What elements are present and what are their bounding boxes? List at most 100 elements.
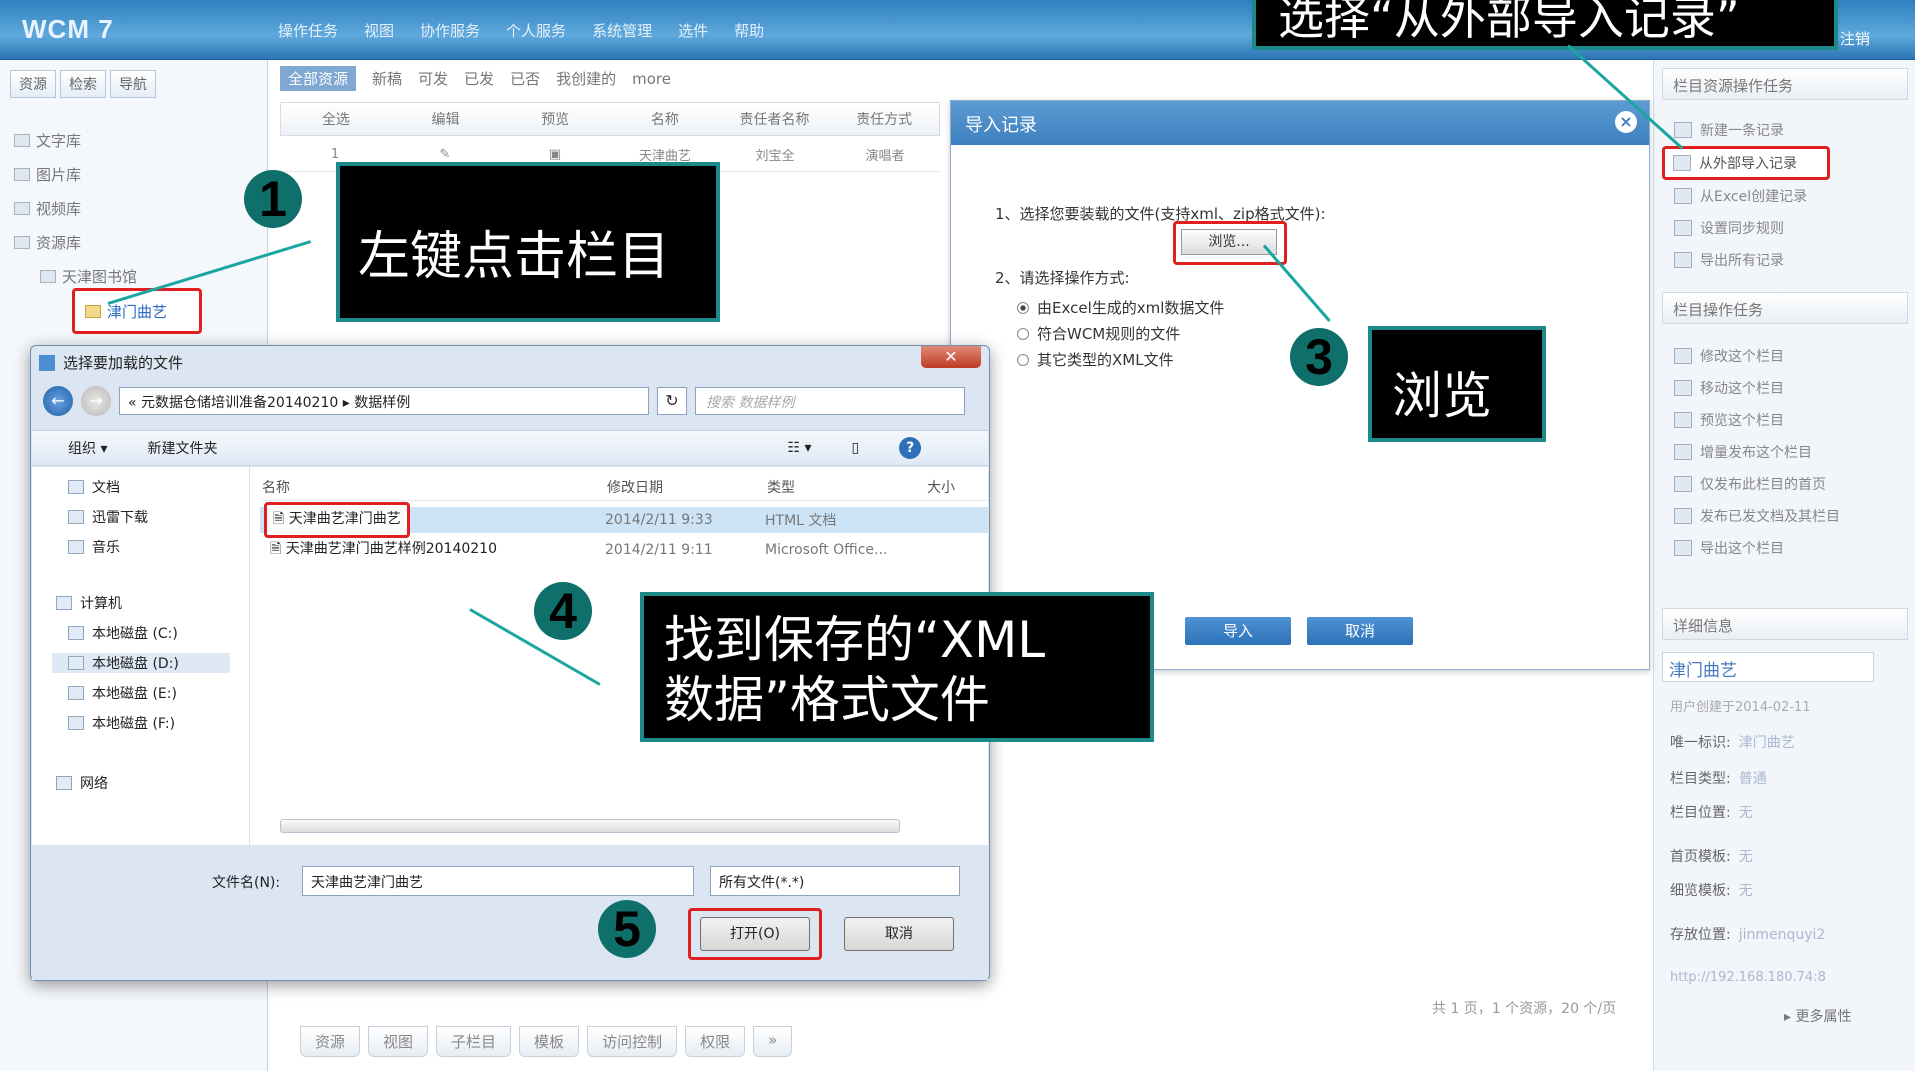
publish-icon — [1674, 508, 1692, 524]
excel-icon — [1674, 188, 1692, 204]
cancel-button[interactable]: 取消 — [844, 917, 954, 951]
menu-system[interactable]: 系统管理 — [592, 20, 652, 41]
col-edit: 编辑 — [431, 112, 460, 128]
more-props-link[interactable]: ▸ 更多属性 — [1784, 1006, 1851, 1026]
filename-input[interactable]: 天津曲艺津门曲艺 — [302, 866, 694, 896]
filter-ready[interactable]: 可发 — [418, 68, 448, 89]
filter-rejected[interactable]: 已否 — [510, 68, 540, 89]
tree-item-resource[interactable]: 资源库 — [14, 232, 81, 253]
close-icon[interactable]: ✕ — [921, 346, 981, 368]
help-icon[interactable]: ? — [899, 437, 922, 459]
section-column-tasks[interactable]: 栏目操作任务 — [1662, 292, 1908, 324]
task-export-column[interactable]: 导出这个栏目 — [1674, 538, 1784, 558]
nav-drive-d[interactable]: 本地磁盘 (D:) — [52, 653, 230, 673]
import-button[interactable]: 导入 — [1185, 617, 1291, 645]
file-dialog-footer: 文件名(N): 天津曲艺津门曲艺 所有文件(*.*) 打开(O) 取消 — [32, 846, 988, 980]
filter-all[interactable]: 全部资源 — [280, 66, 357, 91]
btab-view[interactable]: 视图 — [368, 1026, 429, 1057]
menu-options[interactable]: 选件 — [678, 20, 708, 41]
preview-icon[interactable]: ▣ — [500, 147, 610, 162]
new-folder-button[interactable]: 新建文件夹 — [147, 438, 217, 458]
menu-view[interactable]: 视图 — [364, 20, 394, 41]
col-date[interactable]: 修改日期 — [607, 477, 767, 497]
option-wcm[interactable]: 符合WCM规则的文件 — [1017, 323, 1180, 344]
file-list-header: 名称 修改日期 类型 大小 — [262, 473, 988, 501]
menu-operation[interactable]: 操作任务 — [278, 20, 338, 41]
btab-permission[interactable]: 权限 — [685, 1026, 746, 1057]
view-icon[interactable]: ☷ ▾ — [787, 440, 811, 456]
col-select-all[interactable]: 全选 — [281, 109, 391, 129]
computer-icon — [56, 596, 72, 610]
edit-icon[interactable]: ✎ — [390, 147, 500, 162]
close-icon[interactable]: × — [1615, 111, 1637, 133]
btab-resource[interactable]: 资源 — [300, 1026, 361, 1057]
column-title[interactable]: 津门曲艺 — [1662, 652, 1874, 682]
task-move-column[interactable]: 移动这个栏目 — [1674, 378, 1784, 398]
nav-network[interactable]: 网络 — [56, 773, 108, 793]
horizontal-scrollbar[interactable] — [280, 819, 900, 833]
task-preview-column[interactable]: 预览这个栏目 — [1674, 410, 1784, 430]
btab-access[interactable]: 访问控制 — [587, 1026, 678, 1057]
col-role[interactable]: 责任方式 — [829, 109, 939, 129]
nav-documents[interactable]: 文档 — [68, 477, 120, 497]
tab-resource[interactable]: 资源 — [10, 70, 56, 98]
col-name[interactable]: 名称 — [262, 477, 607, 497]
filter-new[interactable]: 新稿 — [372, 68, 402, 89]
search-input[interactable]: 搜索 数据样例 — [695, 387, 965, 415]
col-size[interactable]: 大小 — [927, 477, 955, 497]
task-from-excel[interactable]: 从Excel创建记录 — [1674, 186, 1807, 206]
browse-button[interactable]: 浏览... — [1181, 229, 1277, 255]
path-box[interactable]: « 元数据仓储培训准备20140210 ▸ 数据样例 — [119, 387, 649, 415]
tree-item-text[interactable]: 文字库 — [14, 130, 81, 151]
file-row[interactable]: 🗎 天津曲艺津门曲艺样例20140210 2014/2/11 9:11 Micr… — [260, 537, 988, 563]
nav-music[interactable]: 音乐 — [68, 537, 120, 557]
tree-item-video[interactable]: 视频库 — [14, 198, 81, 219]
nav-drive-c[interactable]: 本地磁盘 (C:) — [68, 623, 178, 643]
task-sync-rule[interactable]: 设置同步规则 — [1674, 218, 1784, 238]
section-resource-tasks[interactable]: 栏目资源操作任务 — [1662, 68, 1908, 100]
app-icon — [39, 354, 55, 371]
task-publish-home[interactable]: 仅发布此栏目的首页 — [1674, 474, 1826, 494]
btab-more[interactable]: » — [753, 1026, 793, 1057]
task-import-external[interactable]: 从外部导入记录 — [1662, 146, 1830, 180]
step-5-badge: 5 — [598, 900, 656, 958]
menu-personal[interactable]: 个人服务 — [506, 20, 566, 41]
nav-thunder[interactable]: 迅雷下载 — [68, 507, 148, 527]
nav-drive-f[interactable]: 本地磁盘 (F:) — [68, 713, 175, 733]
detail-url[interactable]: http://192.168.180.74:8 — [1670, 970, 1826, 985]
filter-more[interactable]: more — [632, 70, 671, 88]
option-other-xml[interactable]: 其它类型的XML文件 — [1017, 349, 1174, 370]
menu-collab[interactable]: 协作服务 — [420, 20, 480, 41]
open-button[interactable]: 打开(O) — [700, 917, 810, 951]
option-excel-xml[interactable]: 由Excel生成的xml数据文件 — [1017, 297, 1224, 318]
cancel-button[interactable]: 取消 — [1307, 617, 1413, 645]
file-row[interactable]: 🗎 天津曲艺津门曲艺 2014/2/11 9:33 HTML 文档 — [260, 502, 988, 538]
file-type-select[interactable]: 所有文件(*.*) — [710, 866, 960, 896]
task-export-all[interactable]: 导出所有记录 — [1674, 250, 1784, 270]
nav-computer[interactable]: 计算机 — [56, 593, 122, 613]
filter-mine[interactable]: 我创建的 — [556, 68, 616, 89]
detail-unique-id: 唯一标识: 津门曲艺 — [1670, 735, 1795, 751]
task-publish-docs[interactable]: 发布已发文档及其栏目 — [1674, 506, 1840, 526]
tab-nav[interactable]: 导航 — [110, 70, 156, 98]
btab-subcol[interactable]: 子栏目 — [436, 1026, 512, 1057]
tree-item-image[interactable]: 图片库 — [14, 164, 81, 185]
filter-published[interactable]: 已发 — [464, 68, 494, 89]
tab-search[interactable]: 检索 — [60, 70, 106, 98]
section-details[interactable]: 详细信息 — [1662, 608, 1908, 640]
col-author[interactable]: 责任者名称 — [720, 109, 830, 129]
forward-icon[interactable]: → — [81, 386, 111, 416]
tree-item-library[interactable]: 天津图书馆 — [40, 266, 137, 287]
back-icon[interactable]: ← — [43, 386, 73, 416]
task-new-record[interactable]: 新建一条记录 — [1674, 120, 1784, 140]
preview-pane-icon[interactable]: ▯ — [852, 440, 860, 456]
col-name[interactable]: 名称 — [610, 109, 720, 129]
refresh-icon[interactable]: ↻ — [657, 387, 687, 415]
col-type[interactable]: 类型 — [767, 477, 927, 497]
task-edit-column[interactable]: 修改这个栏目 — [1674, 346, 1784, 366]
task-incremental-publish[interactable]: 增量发布这个栏目 — [1674, 442, 1812, 462]
organize-menu[interactable]: 组织 ▾ — [68, 438, 107, 458]
btab-template[interactable]: 模板 — [519, 1026, 580, 1057]
nav-drive-e[interactable]: 本地磁盘 (E:) — [68, 683, 177, 703]
menu-help[interactable]: 帮助 — [734, 20, 764, 41]
